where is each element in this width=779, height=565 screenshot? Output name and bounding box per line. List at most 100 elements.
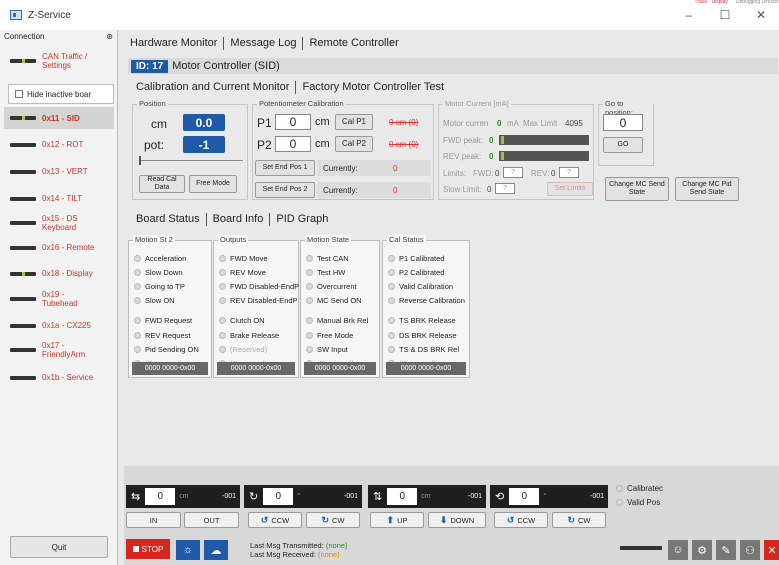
up-button[interactable]: ⬆ UP <box>370 512 424 528</box>
go-button[interactable]: GO <box>603 137 643 153</box>
p2-input[interactable]: 0 <box>275 136 311 152</box>
status-led <box>306 297 313 305</box>
set-end-pos-1-button[interactable]: Set End Pos 1 <box>255 160 315 176</box>
status-row: FWD Request <box>134 314 211 328</box>
sidebar-item-display[interactable]: 0x18 - Display <box>10 269 114 278</box>
set-limits-button[interactable]: Set Limits <box>547 182 593 196</box>
tab-board-status[interactable]: Board Status <box>130 213 207 226</box>
sidebar-item-tilt[interactable]: 0x14 - TILT <box>10 194 114 203</box>
status-footer: 0000 0000-0x00 <box>386 362 466 375</box>
status-row: Manual Brk Rel <box>306 314 379 328</box>
status-led <box>219 317 226 325</box>
change-mc-send-state-button[interactable]: Change MC Send State <box>605 177 669 201</box>
sidebar-item-rot[interactable]: 0x12 - ROT <box>10 140 114 149</box>
stop-button[interactable]: STOP <box>126 539 170 559</box>
tab-pid-graph[interactable]: PID Graph <box>270 213 334 226</box>
fwd-limit-input[interactable]: ? <box>503 167 523 178</box>
tab-board-info[interactable]: Board Info <box>207 213 271 226</box>
go-to-position-input[interactable]: 0 <box>603 114 643 131</box>
status-led <box>388 297 395 305</box>
status-row: REV Move <box>219 265 298 279</box>
tab-remote-controller[interactable]: Remote Controller <box>303 37 404 50</box>
sidebar-item-sid[interactable]: 0x11 - SID <box>4 107 114 129</box>
sidebar-item-cx225[interactable]: 0x1a - CX225 <box>10 321 114 330</box>
tab-factory-test[interactable]: Factory Motor Controller Test <box>296 81 450 94</box>
status-row: P1 Calibrated <box>388 251 469 265</box>
status-row: REV Disabled-EndP <box>219 294 298 308</box>
ccw-rotation-button[interactable]: ↺ CCW <box>248 512 302 528</box>
hide-inactive-toggle[interactable]: Hide inactive boar <box>8 84 114 104</box>
slider-handle[interactable] <box>139 156 141 165</box>
connection-bar-icon <box>10 142 36 147</box>
status-row: Valid Calibration <box>388 279 469 293</box>
maximize-button[interactable]: ☐ <box>707 0 743 30</box>
pin-icon[interactable]: ⊛ <box>106 32 113 41</box>
sidebar-item-vert[interactable]: 0x13 - VERT <box>10 167 114 176</box>
position-slider[interactable] <box>139 160 243 161</box>
cal-p2-button[interactable]: Cal P2 <box>335 136 373 152</box>
device-id-badge: ID: 17 <box>131 59 169 73</box>
checkbox-icon[interactable] <box>15 90 23 98</box>
tools-button[interactable]: ✎ <box>716 540 736 560</box>
minimize-button[interactable]: – <box>671 0 707 30</box>
status-led <box>388 317 395 325</box>
light-button[interactable]: ☼ <box>176 540 200 560</box>
network-button[interactable]: ⚇ <box>740 540 760 560</box>
status-row: Acceleration <box>134 251 211 265</box>
currently-label: Currently: <box>323 186 358 195</box>
close-button[interactable]: ✕ <box>743 0 779 30</box>
sidebar-item-ds-keyboard[interactable]: 0x15 - DS Keyboard <box>10 214 90 232</box>
vertical-icon: ⇅ <box>373 491 383 503</box>
settings-button[interactable]: ⚙ <box>692 540 712 560</box>
down-button[interactable]: ⬇ DOWN <box>428 512 486 528</box>
status-bar-icon <box>620 546 662 550</box>
quit-button[interactable]: Quit <box>10 536 108 558</box>
sidebar-item-remote[interactable]: 0x16 - Remote <box>10 243 114 252</box>
close-connection-button[interactable]: ✕ <box>764 540 779 560</box>
set-end-pos-2-button[interactable]: Set End Pos 2 <box>255 182 315 198</box>
people-button[interactable]: ☺ <box>668 540 688 560</box>
rev-limit-input[interactable]: ? <box>559 167 579 178</box>
status-row: DS BRK Release <box>388 328 469 342</box>
p2-label: P2 <box>257 138 272 152</box>
currently-2-value: 0 <box>393 186 398 195</box>
max-limit-value: 4095 <box>565 119 583 128</box>
status-led <box>219 268 226 276</box>
chat-button[interactable]: ☁ <box>204 540 228 560</box>
sidebar-item-service[interactable]: 0x1b - Service <box>10 373 114 382</box>
display-vertical: ⇅ 0 cm -001 <box>368 485 486 508</box>
sidebar-item-can-traffic[interactable]: CAN Traffic / Settings <box>10 52 114 70</box>
ccw-tilt-button[interactable]: ↺ CCW <box>494 512 548 528</box>
last-msg-transmitted: Last Msg Transmitted: (none) <box>250 541 348 550</box>
slow-limit-input[interactable]: ? <box>495 183 515 194</box>
connection-bar-icon <box>10 323 36 328</box>
app-icon <box>10 10 22 20</box>
tab-hardware-monitor[interactable]: Hardware Monitor <box>124 37 225 50</box>
in-button[interactable]: IN <box>126 512 181 528</box>
p1-status: 0 cm (0) <box>389 118 419 127</box>
status-box-cal-status: Cal Status P1 Calibrated P2 Calibrated V… <box>382 235 470 378</box>
window-title: Z-Service <box>28 9 71 21</box>
close-icon: ✕ <box>767 544 777 557</box>
out-button[interactable]: OUT <box>184 512 239 528</box>
status-led <box>388 345 395 353</box>
status-footer: 0000 0000-0x00 <box>304 362 376 375</box>
cw-tilt-button[interactable]: ↻ CW <box>552 512 606 528</box>
valid-pos-indicator: Valid Pos <box>616 498 660 507</box>
cw-icon: ↻ <box>567 514 576 525</box>
cw-rotation-button[interactable]: ↻ CW <box>306 512 360 528</box>
sidebar-item-friendlyarm[interactable]: 0x17 - FriendlyArm <box>10 341 100 359</box>
app-window: Z-Service Trace · Display Debugging Dire… <box>0 0 779 565</box>
status-row: Reverse Calibration <box>388 294 469 308</box>
p1-input[interactable]: 0 <box>275 114 311 130</box>
read-cal-data-button[interactable]: Read Cal Data <box>139 175 185 193</box>
sidebar-item-tubehead[interactable]: 0x19 - Tubehead <box>10 290 90 308</box>
tab-calibration[interactable]: Calibration and Current Monitor <box>130 81 297 94</box>
change-mc-pid-send-state-button[interactable]: Change MC Pid Send State <box>675 177 739 201</box>
free-mode-button[interactable]: Free Mode <box>189 175 237 193</box>
cal-p1-button[interactable]: Cal P1 <box>335 114 373 130</box>
display-rotation: ↻ 0 ° -001 <box>244 485 362 508</box>
fwd-peak-bar <box>499 135 589 145</box>
tab-message-log[interactable]: Message Log <box>224 37 304 50</box>
status-row: Free Mode <box>306 328 379 342</box>
